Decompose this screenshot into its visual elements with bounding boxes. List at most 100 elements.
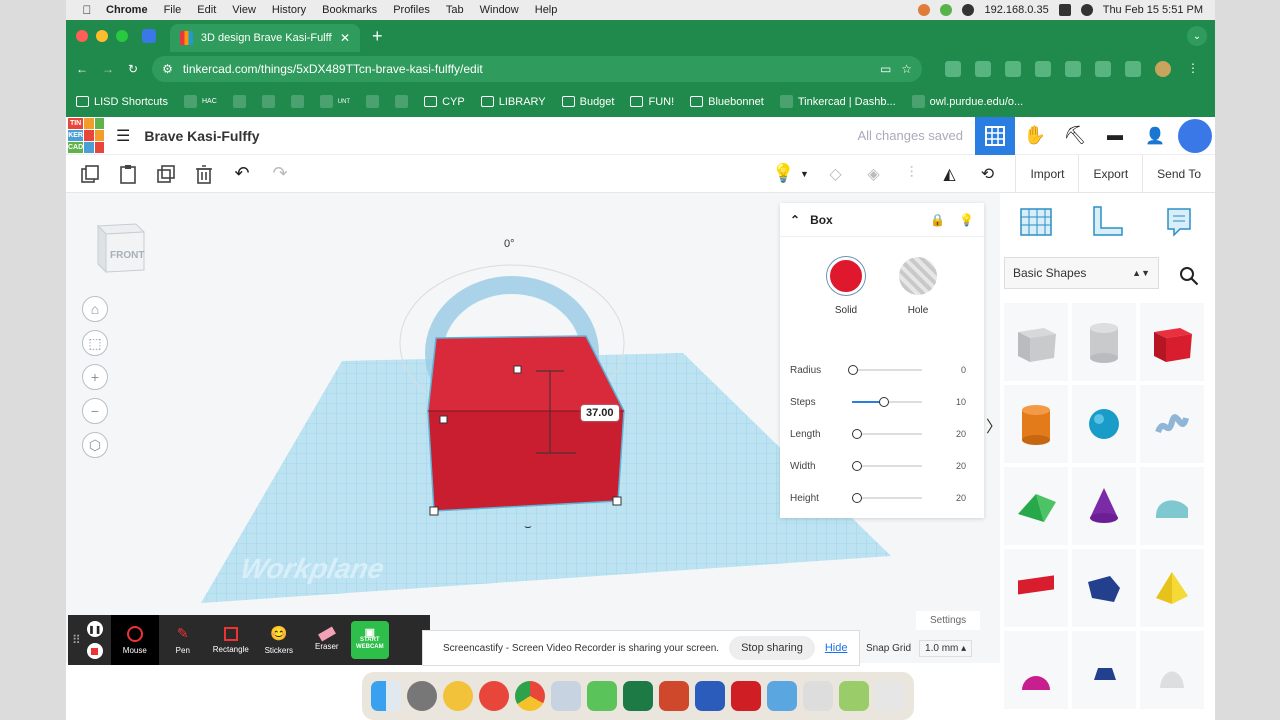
hole-swatch[interactable] (899, 257, 937, 295)
excel-icon[interactable] (623, 681, 653, 711)
url-text[interactable]: tinkercad.com/things/5xDX489TTcn-brave-k… (183, 62, 870, 76)
shape-box[interactable] (1140, 303, 1204, 381)
menu-window[interactable]: Window (480, 4, 519, 16)
bookmark-item[interactable] (290, 95, 304, 108)
stop-sharing-button[interactable]: Stop sharing (729, 636, 815, 660)
visibility-dropdown[interactable]: ▼ (797, 160, 811, 188)
shape-search-button[interactable] (1176, 263, 1202, 289)
more-menu-icon[interactable]: ⋮ (1185, 61, 1201, 77)
circuits-button[interactable]: ▬ (1095, 117, 1135, 155)
rectangle-tool-button[interactable]: Rectangle (207, 615, 255, 665)
status-icon[interactable] (940, 4, 953, 16)
param-value[interactable]: 20 (956, 461, 966, 471)
fit-view-button[interactable]: ⬚ (82, 330, 108, 356)
param-value[interactable]: 20 (956, 493, 966, 503)
back-icon[interactable]: ← (76, 62, 88, 76)
view-cube[interactable]: FRONT (94, 218, 146, 274)
shape-pyramid[interactable] (1140, 549, 1204, 627)
solid-color-swatch[interactable] (827, 257, 865, 295)
slider-thumb[interactable] (848, 365, 858, 375)
word-icon[interactable] (695, 681, 725, 711)
maximize-window-button[interactable] (116, 30, 128, 42)
bricks-button[interactable]: ⛏ (1055, 117, 1095, 155)
send-to-button[interactable]: Send To (1142, 154, 1215, 193)
bookmark-item[interactable]: FUN! (630, 96, 674, 108)
duplicate-button[interactable] (152, 160, 180, 188)
shape-round-roof[interactable] (1140, 467, 1204, 545)
bookmark-star-icon[interactable]: ☆ (901, 62, 912, 76)
align-button[interactable]: ⫶ (897, 160, 925, 188)
menu-edit[interactable]: Edit (197, 4, 216, 16)
design-list-icon[interactable]: ☰ (116, 126, 130, 146)
trash-icon[interactable] (875, 681, 905, 711)
hide-notice-link[interactable]: Hide (825, 642, 848, 654)
slider-thumb[interactable] (852, 493, 862, 503)
shape-category-select[interactable]: Basic Shapes ▲▼ (1004, 257, 1159, 289)
menu-profiles[interactable]: Profiles (393, 4, 430, 16)
menu-tab[interactable]: Tab (446, 4, 464, 16)
settings-button[interactable]: Settings (916, 611, 981, 630)
export-button[interactable]: Export (1078, 154, 1142, 193)
lifesaver-icon[interactable] (479, 681, 509, 711)
minimize-window-button[interactable] (96, 30, 108, 42)
3d-viewport[interactable]: ⌣ FRONT ⌂ ⬚ + − ⬡ 0° 37.00 Workplane ⌃ B… (66, 193, 1000, 663)
invite-button[interactable]: 👤 (1135, 117, 1175, 155)
home-view-button[interactable]: ⌂ (82, 296, 108, 322)
shape-cylinder-hole[interactable] (1072, 303, 1136, 381)
ortho-view-button[interactable]: ⬡ (82, 432, 108, 458)
extension-icon[interactable] (1005, 61, 1021, 77)
shape-polygon[interactable] (1072, 549, 1136, 627)
extension-icon[interactable] (945, 61, 961, 77)
zoom-in-button[interactable]: + (82, 364, 108, 390)
shape-pentagon[interactable] (1072, 631, 1136, 709)
pen-tool-button[interactable]: ✎ Pen (159, 615, 207, 665)
cast-icon[interactable]: ▭ (880, 62, 891, 76)
bookmark-item[interactable]: LIBRARY (480, 96, 546, 108)
chrome-icon[interactable] (515, 681, 545, 711)
blocks-button[interactable]: ✋ (1015, 117, 1055, 155)
address-bar[interactable]: ⚙ tinkercad.com/things/5xDX489TTcn-brave… (152, 56, 923, 82)
eraser-tool-button[interactable]: Eraser (303, 615, 351, 665)
start-webcam-button[interactable]: ▣ START WEBCAM (350, 621, 389, 659)
screenshot-icon[interactable] (803, 681, 833, 711)
puzzle-icon[interactable] (1065, 61, 1081, 77)
lock-icon[interactable]: 🔒 (930, 213, 945, 227)
profile-button[interactable] (1175, 117, 1215, 155)
dimension-input[interactable]: 37.00 (581, 405, 619, 421)
param-slider[interactable] (848, 365, 922, 375)
powerpoint-icon[interactable] (659, 681, 689, 711)
bookmark-item[interactable] (366, 95, 380, 108)
apple-icon[interactable]:  (76, 3, 98, 17)
bookmark-item[interactable]: owl.purdue.edu/o... (911, 95, 1023, 108)
cruise-button[interactable]: ⟲ (973, 160, 1001, 188)
extension-icon[interactable] (975, 61, 991, 77)
shape-sphere[interactable] (1072, 385, 1136, 463)
bookmark-item[interactable]: UNT (319, 95, 350, 108)
slider-thumb[interactable] (852, 461, 862, 471)
docs-icon[interactable] (587, 681, 617, 711)
drag-handle-icon[interactable]: ⠿ (72, 633, 81, 647)
ruler-tool-button[interactable] (1090, 205, 1124, 251)
reload-icon[interactable]: ↻ (128, 62, 138, 76)
folder-icon[interactable] (767, 681, 797, 711)
param-slider[interactable] (852, 461, 922, 471)
battery-icon[interactable] (1058, 4, 1071, 16)
menu-view[interactable]: View (232, 4, 256, 16)
tab-search-icon[interactable]: ⌄ (1187, 26, 1207, 46)
browser-tab[interactable]: 3D design Brave Kasi-Fulffy | ✕ (170, 24, 360, 52)
menu-history[interactable]: History (272, 4, 306, 16)
shape-paraboloid[interactable] (1140, 631, 1204, 709)
menu-app[interactable]: Chrome (106, 4, 148, 16)
menu-file[interactable]: File (164, 4, 182, 16)
photos-icon[interactable] (839, 681, 869, 711)
shape-roof[interactable] (1004, 467, 1068, 545)
solid-option[interactable]: Solid (827, 257, 865, 316)
hole-option[interactable]: Hole (899, 257, 937, 316)
bookmark-item[interactable]: Bluebonnet (690, 96, 764, 108)
shape-box-hole[interactable] (1004, 303, 1068, 381)
clock[interactable]: Thu Feb 15 5:51 PM (1103, 4, 1203, 16)
stickers-tool-button[interactable]: 😊 Stickers (255, 615, 303, 665)
avatar[interactable] (1155, 61, 1171, 77)
status-icon[interactable] (962, 4, 975, 16)
param-value[interactable]: 0 (961, 365, 966, 375)
